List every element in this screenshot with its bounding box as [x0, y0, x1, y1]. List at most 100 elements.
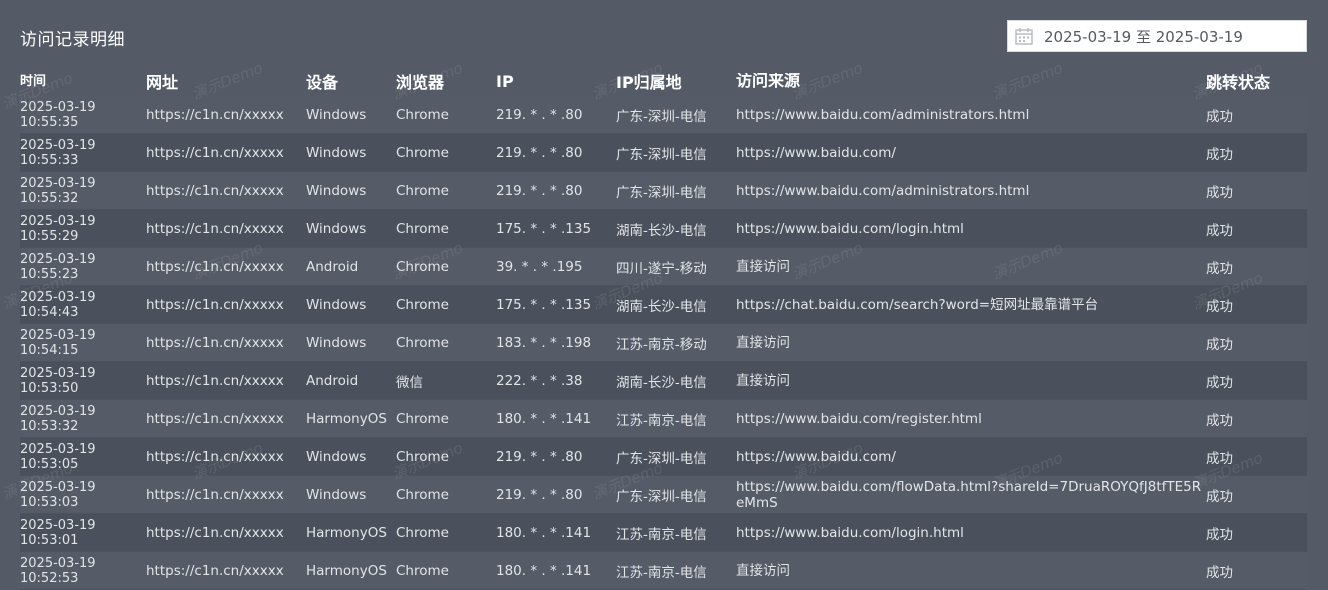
cell-ip: 180. * . * .141 [496, 562, 592, 579]
cell-ip: 175. * . * .135 [496, 296, 592, 313]
table-row[interactable]: 2025-03-19 10:55:29 https://c1n.cn/xxxxx Wi… [20, 210, 1307, 248]
cell-device: Windows [306, 486, 367, 503]
table-row[interactable]: 2025-03-19 10:53:32 https://c1n.cn/xxxxx Ha… [20, 400, 1307, 438]
cell-referer: 直接访问 [736, 334, 790, 351]
table-row[interactable]: 2025-03-19 10:55:33 https://c1n.cn/xxxxx Wi… [20, 134, 1307, 172]
cell-device: Windows [306, 296, 367, 313]
cell-date-part: 2025-03-19 [20, 517, 96, 533]
table-row[interactable]: 2025-03-19 10:52:53 https://c1n.cn/xxxxx Ha… [20, 552, 1307, 590]
cell-url: https://c1n.cn/xxxxx [146, 144, 284, 161]
cell-referer: 直接访问 [736, 562, 790, 579]
cell-status: 成功 [1206, 336, 1233, 353]
cell-browser: Chrome [396, 486, 449, 503]
cell-time-part: 10:53:32 [20, 418, 79, 434]
cell-time: 2025-03-19 10:53:03 [20, 480, 146, 510]
cell-date-part: 2025-03-19 [20, 403, 96, 419]
cell-time-part: 10:55:29 [20, 228, 79, 244]
table-row[interactable]: 2025-03-19 10:53:01 https://c1n.cn/xxxxx Ha… [20, 514, 1307, 552]
cell-browser: Chrome [396, 296, 449, 313]
table-row[interactable]: 2025-03-19 10:54:43 https://c1n.cn/xxxxx Wi… [20, 286, 1307, 324]
date-range-picker[interactable]: 2025-03-19 至 2025-03-19 [1007, 20, 1307, 52]
cell-ip: 219. * . * .80 [496, 448, 583, 465]
cell-url: https://c1n.cn/xxxxx [146, 106, 284, 123]
cell-referer: https://www.baidu.com/flowData.html?shar… [736, 478, 1202, 511]
cell-location: 江苏-南京-电信 [616, 526, 707, 543]
column-header-device: 设备 [306, 73, 339, 92]
cell-device: Android [306, 258, 359, 275]
cell-time: 2025-03-19 10:55:23 [20, 252, 146, 282]
cell-time-part: 10:55:33 [20, 152, 79, 168]
cell-location: 四川-遂宁-移动 [616, 260, 707, 277]
table-row[interactable]: 2025-03-19 10:53:50 https://c1n.cn/xxxxx An… [20, 362, 1307, 400]
cell-url: https://c1n.cn/xxxxx [146, 486, 284, 503]
table-body: 2025-03-19 10:55:35 https://c1n.cn/xxxxx Wi… [20, 96, 1307, 590]
cell-device: HarmonyOS [306, 524, 387, 541]
cell-referer: https://www.baidu.com/login.html [736, 524, 964, 541]
cell-date-part: 2025-03-19 [20, 175, 96, 191]
cell-time-part: 10:55:23 [20, 266, 79, 282]
cell-browser: Chrome [396, 410, 449, 427]
cell-referer: 直接访问 [736, 372, 790, 389]
cell-time-part: 10:53:50 [20, 380, 79, 396]
cell-status: 成功 [1206, 564, 1233, 581]
cell-url: https://c1n.cn/xxxxx [146, 448, 284, 465]
table-header: 时间 网址 设备 浏览器 IP IP归属地 访问来源 跳转状态 [20, 66, 1307, 96]
column-header-time: 时间 [20, 73, 47, 89]
table-row[interactable]: 2025-03-19 10:53:03 https://c1n.cn/xxxxx Wi… [20, 476, 1307, 514]
cell-status: 成功 [1206, 374, 1233, 391]
cell-url: https://c1n.cn/xxxxx [146, 258, 284, 275]
cell-browser: Chrome [396, 562, 449, 579]
cell-time-part: 10:53:01 [20, 532, 79, 548]
cell-device: Windows [306, 220, 367, 237]
cell-url: https://c1n.cn/xxxxx [146, 410, 284, 427]
cell-time-part: 10:55:32 [20, 190, 79, 206]
cell-time: 2025-03-19 10:55:29 [20, 214, 146, 244]
cell-status: 成功 [1206, 298, 1233, 315]
panel-title: 访问记录明细 [20, 30, 125, 50]
cell-location: 湖南-长沙-电信 [616, 298, 707, 315]
cell-status: 成功 [1206, 146, 1233, 163]
cell-time-part: 10:52:53 [20, 570, 79, 586]
cell-time: 2025-03-19 10:55:35 [20, 100, 146, 130]
cell-ip: 219. * . * .80 [496, 182, 583, 199]
cell-ip: 180. * . * .141 [496, 524, 592, 541]
cell-ip: 175. * . * .135 [496, 220, 592, 237]
cell-device: Windows [306, 448, 367, 465]
cell-status: 成功 [1206, 488, 1233, 505]
column-header-browser: 浏览器 [396, 73, 445, 92]
cell-date-part: 2025-03-19 [20, 99, 96, 115]
cell-browser: Chrome [396, 448, 449, 465]
cell-url: https://c1n.cn/xxxxx [146, 562, 284, 579]
cell-device: Windows [306, 182, 367, 199]
cell-url: https://c1n.cn/xxxxx [146, 372, 284, 389]
cell-location: 广东-深圳-电信 [616, 488, 707, 505]
table-row[interactable]: 2025-03-19 10:55:23 https://c1n.cn/xxxxx An… [20, 248, 1307, 286]
cell-browser: Chrome [396, 524, 449, 541]
cell-url: https://c1n.cn/xxxxx [146, 220, 284, 237]
cell-time: 2025-03-19 10:53:05 [20, 442, 146, 472]
table-row[interactable]: 2025-03-19 10:53:05 https://c1n.cn/xxxxx Wi… [20, 438, 1307, 476]
cell-time: 2025-03-19 10:53:01 [20, 518, 146, 548]
cell-browser: Chrome [396, 106, 449, 123]
cell-location: 湖南-长沙-电信 [616, 374, 707, 391]
cell-time-part: 10:53:05 [20, 456, 79, 472]
cell-device: Windows [306, 106, 367, 123]
table-row[interactable]: 2025-03-19 10:55:32 https://c1n.cn/xxxxx Wi… [20, 172, 1307, 210]
cell-location: 广东-深圳-电信 [616, 184, 707, 201]
cell-referer: https://www.baidu.com/login.html [736, 220, 964, 237]
cell-url: https://c1n.cn/xxxxx [146, 524, 284, 541]
visit-records-table: 时间 网址 设备 浏览器 IP IP归属地 访问来源 跳转状态 2025-03-… [20, 66, 1307, 590]
table-row[interactable]: 2025-03-19 10:54:15 https://c1n.cn/xxxxx Wi… [20, 324, 1307, 362]
cell-location: 湖南-长沙-电信 [616, 222, 707, 239]
cell-status: 成功 [1206, 260, 1233, 277]
cell-device: HarmonyOS [306, 410, 387, 427]
cell-time: 2025-03-19 10:52:53 [20, 556, 146, 586]
cell-browser: Chrome [396, 182, 449, 199]
cell-location: 江苏-南京-电信 [616, 564, 707, 581]
table-row[interactable]: 2025-03-19 10:55:35 https://c1n.cn/xxxxx Wi… [20, 96, 1307, 134]
cell-date-part: 2025-03-19 [20, 251, 96, 267]
cell-date-part: 2025-03-19 [20, 555, 96, 571]
column-header-status: 跳转状态 [1206, 73, 1271, 92]
cell-date-part: 2025-03-19 [20, 479, 96, 495]
cell-date-part: 2025-03-19 [20, 137, 96, 153]
